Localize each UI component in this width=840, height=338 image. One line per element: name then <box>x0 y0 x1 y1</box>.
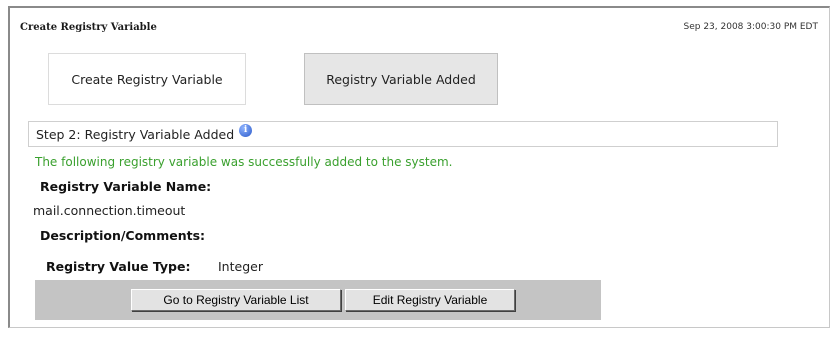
timestamp: Sep 23, 2008 3:00:30 PM EDT <box>683 22 819 32</box>
step-header-text: Step 2: Registry Variable Added <box>36 126 235 142</box>
button-bar: Go to Registry Variable List Edit Regist… <box>35 280 601 320</box>
wizard-step-label: Create Registry Variable <box>71 71 223 87</box>
registry-variable-name-label: Registry Variable Name: <box>40 179 212 194</box>
wizard-step-label: Registry Variable Added <box>326 71 476 87</box>
info-icon[interactable]: i <box>239 123 253 137</box>
step-header: Step 2: Registry Variable Added i <box>28 121 778 147</box>
description-label: Description/Comments: <box>40 228 206 243</box>
registry-value-type-value: Integer <box>218 259 263 274</box>
wizard-step-added[interactable]: Registry Variable Added <box>304 53 498 105</box>
wizard-step-create[interactable]: Create Registry Variable <box>48 53 246 105</box>
success-message: The following registry variable was succ… <box>35 155 453 169</box>
edit-registry-variable-button[interactable]: Edit Registry Variable <box>345 289 515 311</box>
page-title: Create Registry Variable <box>20 22 157 33</box>
registry-value-type-label: Registry Value Type: <box>46 259 191 274</box>
registry-variable-name-value: mail.connection.timeout <box>33 203 186 218</box>
go-to-registry-variable-list-button[interactable]: Go to Registry Variable List <box>131 289 341 311</box>
